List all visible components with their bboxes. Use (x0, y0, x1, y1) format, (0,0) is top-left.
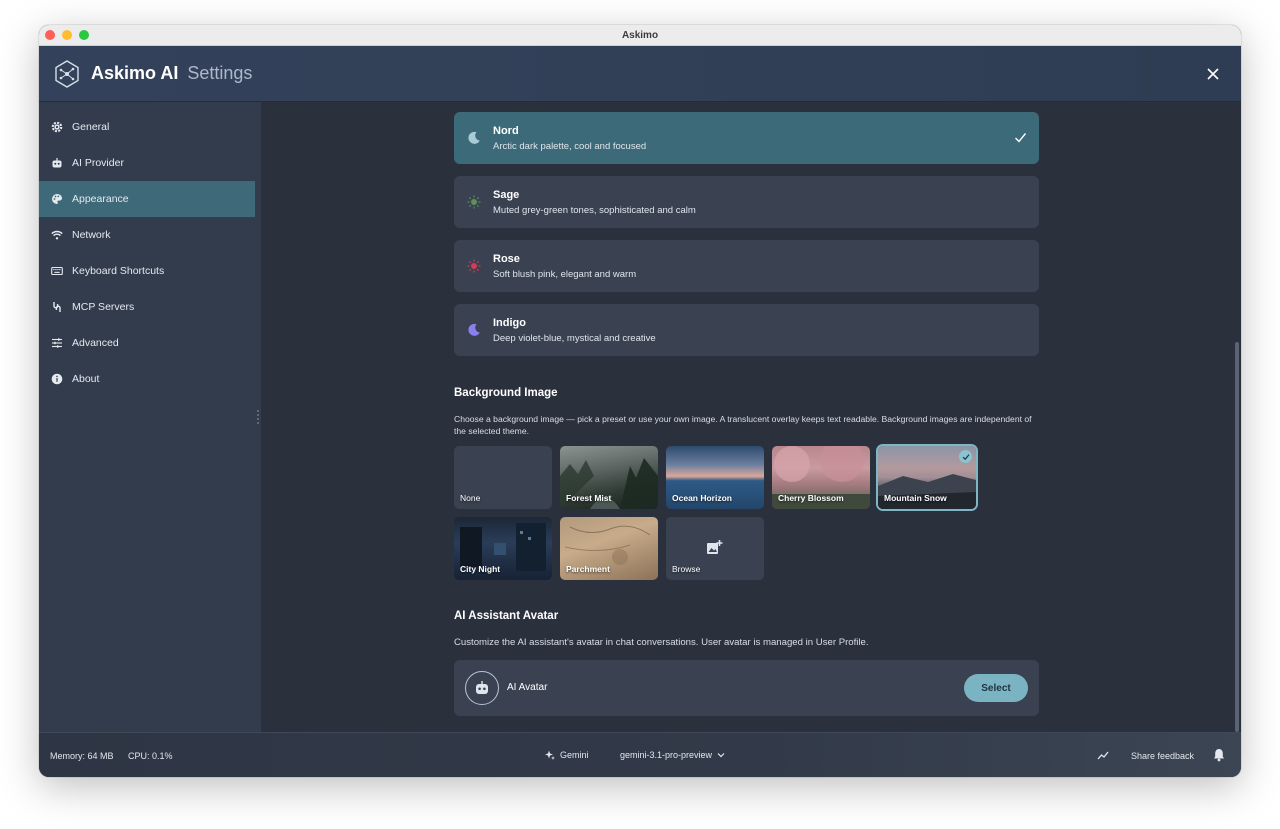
theme-description: Deep violet-blue, mystical and creative (493, 332, 656, 344)
background-image-heading: Background Image (454, 387, 558, 399)
theme-name: Rose (493, 252, 520, 265)
sidebar-item-label: About (72, 373, 100, 385)
page-title: Settings (187, 63, 253, 83)
askimo-logo-icon (52, 59, 82, 89)
sliders-icon (51, 337, 63, 349)
model-name: gemini-3.1-pro-preview (620, 750, 713, 760)
gear-icon (51, 121, 63, 133)
background-tile-ocean-horizon[interactable]: Ocean Horizon (666, 446, 764, 509)
theme-name: Nord (493, 124, 519, 137)
sidebar-item-label: Appearance (72, 193, 129, 205)
theme-description: Soft blush pink, elegant and warm (493, 268, 637, 280)
sidebar-item-label: General (72, 121, 110, 133)
wifi-icon (51, 229, 63, 241)
background-tile-parchment[interactable]: Parchment (560, 517, 658, 580)
add-image-icon (706, 539, 723, 560)
background-image-description: Choose a background image — pick a prese… (454, 414, 1032, 436)
sidebar-item-appearance[interactable]: Appearance (39, 181, 255, 217)
share-feedback-link[interactable]: Share feedback (1131, 751, 1194, 761)
moon-icon (467, 323, 481, 337)
memory-usage: Memory: 64 MB (50, 751, 114, 761)
background-tile-city-night[interactable]: City Night (454, 517, 552, 580)
tile-label: Cherry Blossom (778, 493, 844, 503)
sidebar-item-keyboard-shortcuts[interactable]: Keyboard Shortcuts (39, 253, 261, 289)
theme-name: Indigo (493, 316, 526, 329)
close-settings-button[interactable] (1203, 64, 1223, 84)
cpu-usage: CPU: 0.1% (128, 751, 173, 761)
window-title: Askimo (621, 29, 659, 41)
keyboard-icon (51, 265, 63, 277)
sidebar-item-network[interactable]: Network (39, 217, 261, 253)
select-avatar-button[interactable]: Select (964, 674, 1028, 702)
provider-name: Gemini (560, 750, 589, 760)
theme-description: Muted grey-green tones, sophisticated an… (493, 204, 696, 216)
robot-icon (51, 157, 63, 169)
moon-icon (467, 131, 481, 145)
minimize-window-button[interactable] (62, 30, 72, 40)
sidebar-item-advanced[interactable]: Advanced (39, 325, 261, 361)
traffic-lights (45, 30, 89, 40)
plug-icon (51, 301, 63, 313)
trend-icon[interactable] (1097, 749, 1109, 763)
theme-description: Arctic dark palette, cool and focused (493, 140, 647, 152)
content-scrollbar[interactable] (1235, 342, 1239, 732)
sidebar-item-label: Advanced (72, 337, 119, 349)
ai-avatar-label: AI Avatar (507, 682, 548, 693)
app-header: Askimo AI Settings (39, 46, 1241, 102)
ai-avatar-description: Customize the AI assistant's avatar in c… (454, 637, 869, 648)
status-bar: Memory: 64 MB CPU: 0.1% Gemini gemini-3.… (39, 732, 1241, 777)
chevron-down-icon (717, 753, 725, 758)
window-titlebar: Askimo (39, 25, 1241, 46)
bell-icon[interactable] (1213, 748, 1225, 764)
model-selector[interactable]: gemini-3.1-pro-preview (620, 750, 725, 760)
background-tile-browse[interactable]: Browse (666, 517, 764, 580)
background-tile-forest-mist[interactable]: Forest Mist (560, 446, 658, 509)
sidebar-item-label: AI Provider (72, 157, 124, 169)
settings-sidebar: General AI Provider Appearance Network K… (39, 102, 261, 732)
theme-option-rose[interactable]: Rose Soft blush pink, elegant and warm (454, 240, 1039, 292)
check-icon (1014, 131, 1027, 149)
tile-label: None (460, 493, 481, 503)
settings-window: Askimo Askimo AI Settings General AI Pro… (39, 25, 1241, 777)
sun-icon (467, 259, 481, 273)
sidebar-resize-handle[interactable] (257, 410, 259, 424)
sidebar-item-label: MCP Servers (72, 301, 135, 313)
avatar (465, 671, 499, 705)
sidebar-item-about[interactable]: About (39, 361, 261, 397)
background-tile-cherry-blossom[interactable]: Cherry Blossom (772, 446, 870, 509)
sidebar-item-mcp-servers[interactable]: MCP Servers (39, 289, 261, 325)
selected-check-icon (959, 450, 972, 463)
sidebar-item-label: Keyboard Shortcuts (72, 265, 165, 277)
theme-name: Sage (493, 188, 520, 201)
provider-selector[interactable]: Gemini (545, 750, 589, 760)
sparkle-icon (545, 750, 555, 760)
ai-avatar-heading: AI Assistant Avatar (454, 610, 559, 622)
ai-avatar-card: AI Avatar Select (454, 660, 1039, 716)
tile-label: Ocean Horizon (672, 493, 732, 503)
tile-label: Forest Mist (566, 493, 612, 503)
info-icon (51, 373, 63, 385)
palette-icon (51, 193, 63, 205)
background-tile-mountain-snow[interactable]: Mountain Snow (878, 446, 976, 509)
theme-option-nord[interactable]: Nord Arctic dark palette, cool and focus… (454, 112, 1039, 164)
sun-icon (467, 195, 481, 209)
tile-label: Mountain Snow (884, 493, 947, 503)
tile-label: Parchment (566, 564, 610, 574)
zoom-window-button[interactable] (79, 30, 89, 40)
sidebar-item-label: Network (72, 229, 111, 241)
sidebar-item-ai-provider[interactable]: AI Provider (39, 145, 261, 181)
sidebar-item-general[interactable]: General (39, 109, 261, 145)
background-tile-none[interactable]: None (454, 446, 552, 509)
close-icon (1207, 68, 1219, 80)
tile-label: Browse (672, 564, 701, 574)
close-window-button[interactable] (45, 30, 55, 40)
tile-label: City Night (460, 564, 501, 574)
theme-option-sage[interactable]: Sage Muted grey-green tones, sophisticat… (454, 176, 1039, 228)
settings-content: Nord Arctic dark palette, cool and focus… (261, 102, 1241, 732)
robot-icon (476, 681, 488, 694)
theme-option-indigo[interactable]: Indigo Deep violet-blue, mystical and cr… (454, 304, 1039, 356)
brand-name: Askimo AI (91, 63, 179, 83)
